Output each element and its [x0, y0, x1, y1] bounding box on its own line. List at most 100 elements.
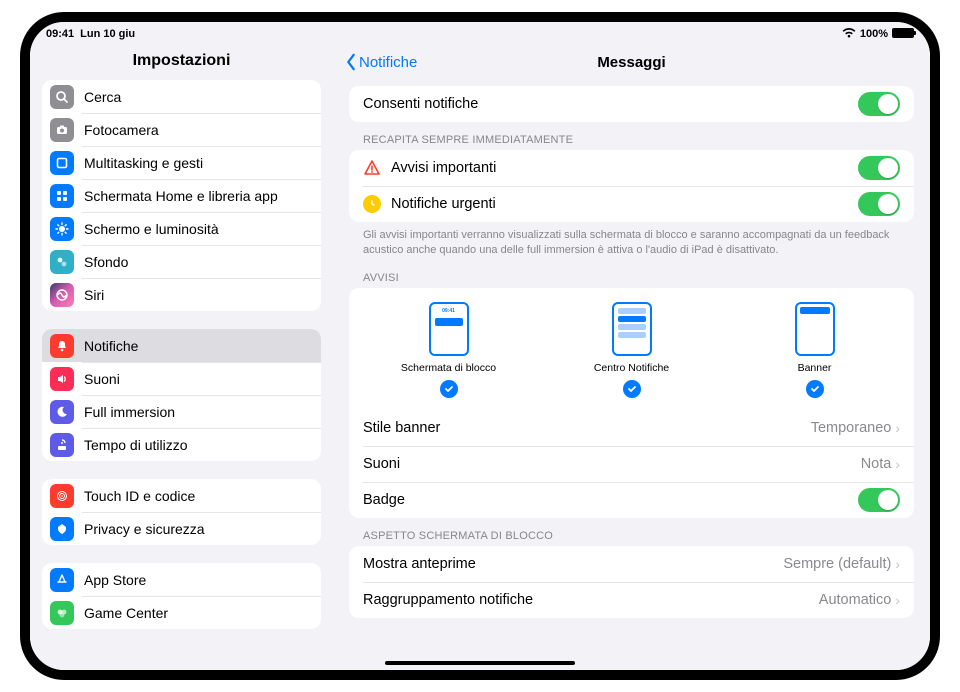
chevron-right-icon: › [895, 456, 900, 472]
badge-label: Badge [363, 492, 858, 508]
sidebar-item-multitasking-e-gesti[interactable]: Multitasking e gesti [42, 146, 321, 179]
show-previews-row[interactable]: Mostra anteprime Sempre (default) › [349, 546, 914, 582]
alert-style-banner[interactable]: Banner [755, 302, 875, 398]
sidebar-item-label: Notifiche [84, 338, 309, 354]
sidebar-item-label: Tempo di utilizzo [84, 437, 309, 453]
sidebar-item-tempo-di-utilizzo[interactable]: Tempo di utilizzo [42, 428, 321, 461]
sidebar-title: Impostazioni [30, 44, 333, 80]
schermo-e-luminosit--icon [50, 217, 74, 241]
badge-toggle[interactable] [858, 488, 900, 512]
critical-alerts-row: Avvisi importanti [349, 150, 914, 186]
notification-center-mock-icon [612, 302, 652, 356]
sidebar-item-schermo-e-luminosit-[interactable]: Schermo e luminosità [42, 212, 321, 245]
game-center-icon [50, 601, 74, 625]
fotocamera-icon [50, 118, 74, 142]
tempo-di-utilizzo-icon [50, 433, 74, 457]
time-sensitive-label: Notifiche urgenti [391, 196, 858, 212]
app-store-icon [50, 568, 74, 592]
deliver-footer: Gli avvisi importanti verranno visualizz… [349, 222, 914, 260]
sidebar-item-cerca[interactable]: Cerca [42, 80, 321, 113]
banner-style-label: Stile banner [363, 420, 811, 436]
allow-notifications-label: Consenti notifiche [363, 96, 858, 112]
battery-percent: 100% [860, 28, 888, 40]
notification-center-check-icon [623, 380, 641, 398]
sidebar-item-game-center[interactable]: Game Center [42, 596, 321, 629]
notification-grouping-label: Raggruppamento notifiche [363, 592, 819, 608]
banner-check-icon [806, 380, 824, 398]
full-immersion-icon [50, 400, 74, 424]
time-sensitive-row: Notifiche urgenti [349, 186, 914, 222]
show-previews-value: Sempre (default) [783, 556, 891, 572]
status-bar: 09:41 Lun 10 giu 100% [30, 22, 930, 44]
sidebar-item-label: Touch ID e codice [84, 488, 309, 504]
detail-pane: Notifiche Messaggi Consenti notifiche RE… [333, 44, 930, 670]
back-button[interactable]: Notifiche [345, 53, 417, 71]
sidebar-item-label: Schermata Home e libreria app [84, 188, 309, 204]
schermata-home-e-libreria-app-icon [50, 184, 74, 208]
warning-icon [363, 159, 381, 177]
sidebar-item-label: App Store [84, 572, 309, 588]
critical-alerts-label: Avvisi importanti [391, 160, 858, 176]
show-previews-label: Mostra anteprime [363, 556, 783, 572]
sidebar-item-schermata-home-e-libreria-app[interactable]: Schermata Home e libreria app [42, 179, 321, 212]
notification-grouping-row[interactable]: Raggruppamento notifiche Automatico › [349, 582, 914, 618]
sidebar-item-sfondo[interactable]: Sfondo [42, 245, 321, 278]
alerts-header: AVVISI [349, 260, 914, 288]
touch-id-e-codice-icon [50, 484, 74, 508]
notification-center-preview-label: Centro Notifiche [594, 362, 669, 374]
alert-style-notification-center[interactable]: Centro Notifiche [572, 302, 692, 398]
lockscreen-check-icon [440, 380, 458, 398]
page-title: Messaggi [333, 54, 930, 71]
clock-icon [363, 195, 381, 213]
sidebar-item-label: Siri [84, 287, 309, 303]
status-date: Lun 10 giu [80, 28, 135, 40]
wifi-icon [842, 28, 856, 41]
deliver-immediately-header: RECAPITA SEMPRE IMMEDIATAMENTE [349, 122, 914, 150]
sidebar-item-label: Cerca [84, 89, 309, 105]
banner-mock-icon [795, 302, 835, 356]
sidebar-item-app-store[interactable]: App Store [42, 563, 321, 596]
badge-row: Badge [349, 482, 914, 518]
sidebar-item-label: Sfondo [84, 254, 309, 270]
notification-grouping-value: Automatico [819, 592, 892, 608]
allow-notifications-toggle[interactable] [858, 92, 900, 116]
settings-sidebar: Impostazioni Cerca Fotocamera Multitasking… [30, 44, 333, 670]
banner-style-value: Temporaneo [811, 420, 892, 436]
allow-notifications-row: Consenti notifiche [349, 86, 914, 122]
sounds-label: Suoni [363, 456, 861, 472]
sidebar-item-fotocamera[interactable]: Fotocamera [42, 113, 321, 146]
lockscreen-mock-icon: 09:41 [429, 302, 469, 356]
sfondo-icon [50, 250, 74, 274]
sidebar-item-label: Multitasking e gesti [84, 155, 309, 171]
sidebar-item-label: Schermo e luminosità [84, 221, 309, 237]
banner-style-row[interactable]: Stile banner Temporaneo › [349, 410, 914, 446]
chevron-right-icon: › [895, 420, 900, 436]
sidebar-item-label: Fotocamera [84, 122, 309, 138]
sidebar-item-label: Full immersion [84, 404, 309, 420]
sidebar-item-label: Suoni [84, 371, 309, 387]
privacy-e-sicurezza-icon [50, 517, 74, 541]
lockscreen-appearance-header: ASPETTO SCHERMATA DI BLOCCO [349, 518, 914, 546]
time-sensitive-toggle[interactable] [858, 192, 900, 216]
sounds-value: Nota [861, 456, 892, 472]
critical-alerts-toggle[interactable] [858, 156, 900, 180]
sidebar-item-label: Privacy e sicurezza [84, 521, 309, 537]
cerca-icon [50, 85, 74, 109]
multitasking-e-gesti-icon [50, 151, 74, 175]
sounds-row[interactable]: Suoni Nota › [349, 446, 914, 482]
sidebar-item-notifiche[interactable]: Notifiche [42, 329, 321, 362]
sidebar-item-touch-id-e-codice[interactable]: Touch ID e codice [42, 479, 321, 512]
chevron-right-icon: › [895, 592, 900, 608]
siri-icon [50, 283, 74, 307]
lockscreen-preview-label: Schermata di blocco [401, 362, 496, 374]
status-time: 09:41 [46, 28, 74, 40]
chevron-right-icon: › [895, 556, 900, 572]
banner-preview-label: Banner [798, 362, 832, 374]
sidebar-item-suoni[interactable]: Suoni [42, 362, 321, 395]
notifiche-icon [50, 334, 74, 358]
sidebar-item-label: Game Center [84, 605, 309, 621]
sidebar-item-privacy-e-sicurezza[interactable]: Privacy e sicurezza [42, 512, 321, 545]
sidebar-item-siri[interactable]: Siri [42, 278, 321, 311]
sidebar-item-full-immersion[interactable]: Full immersion [42, 395, 321, 428]
alert-style-lockscreen[interactable]: 09:41 Schermata di blocco [389, 302, 509, 398]
